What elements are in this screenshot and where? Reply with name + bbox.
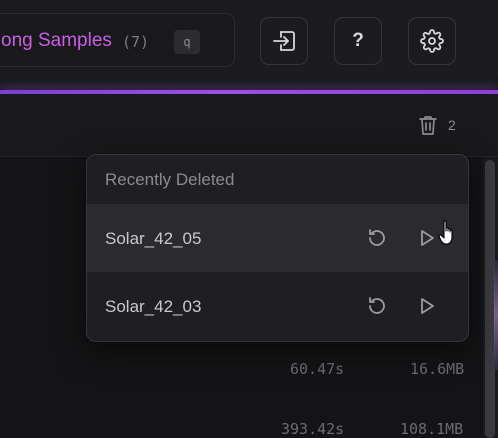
hand-cursor-icon: [438, 220, 453, 245]
restore-button[interactable]: [365, 294, 389, 318]
restore-icon: [369, 297, 385, 314]
gear-icon: [420, 29, 444, 53]
help-button[interactable]: ?: [334, 17, 382, 65]
shortcut-key-badge: q: [174, 30, 200, 54]
row-size: 108.1MB: [400, 420, 464, 438]
play-icon: [421, 298, 434, 314]
deleted-item-label: Solar_42_03: [105, 297, 202, 316]
toolbar-row: 2: [0, 94, 498, 157]
header: ong Samples (7) q ?: [0, 0, 498, 88]
restore-button[interactable]: [365, 226, 389, 250]
sample-title-search[interactable]: ong Samples (7) q: [0, 13, 235, 67]
row-duration: 393.42s: [281, 420, 345, 438]
play-button[interactable]: [415, 226, 439, 250]
sample-count: (7): [122, 33, 150, 51]
recently-deleted-dropdown: Recently Deleted Solar_42_05 Solar_42_03: [86, 154, 469, 342]
help-icon: ?: [352, 30, 364, 51]
deleted-item[interactable]: Solar_42_03: [87, 272, 468, 340]
play-icon: [421, 230, 434, 246]
app-page: ong Samples (7) q ? 2 60.47s 16.6MB 393.…: [0, 0, 498, 438]
dropdown-header: Recently Deleted: [105, 169, 235, 189]
settings-button[interactable]: [408, 17, 456, 65]
deleted-item[interactable]: Solar_42_05: [87, 204, 468, 272]
restore-icon: [369, 229, 385, 246]
trash-count: 2: [448, 117, 456, 133]
side-waveform-strip: [494, 260, 498, 370]
trash-icon[interactable]: [417, 114, 439, 136]
row-size: 16.6MB: [410, 360, 465, 378]
import-button[interactable]: [260, 17, 308, 65]
deleted-item-label: Solar_42_05: [105, 229, 202, 248]
row-duration: 60.47s: [290, 360, 345, 378]
play-button[interactable]: [415, 294, 439, 318]
import-icon: [273, 31, 295, 51]
sample-title: ong Samples: [1, 30, 112, 51]
